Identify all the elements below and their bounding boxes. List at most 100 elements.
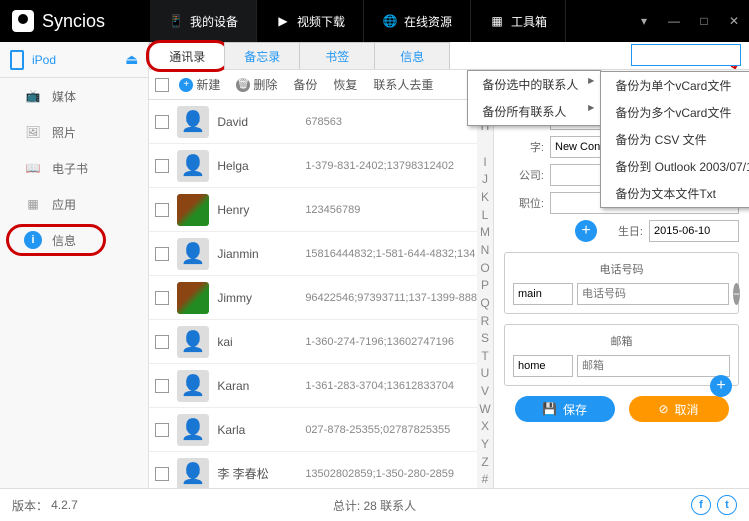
avatar xyxy=(177,194,209,226)
tab-contacts[interactable]: 通讯录 xyxy=(149,42,225,69)
alpha-letter[interactable]: R xyxy=(477,312,493,330)
phone-icon: 📱 xyxy=(168,13,184,29)
contact-row[interactable]: 👤李 李春松13502802859;1-350-280-2859 xyxy=(149,452,477,488)
menu-dropdown-icon[interactable]: ▾ xyxy=(629,0,659,42)
globe-icon: 🌐 xyxy=(382,13,398,29)
tv-icon: 📺 xyxy=(24,87,42,105)
new-button[interactable]: +新建 xyxy=(173,76,226,93)
save-button[interactable]: 💾保存 xyxy=(515,396,615,422)
contact-row[interactable]: 👤Helga1-379-831-2402;13798312402 xyxy=(149,144,477,188)
email-type-input[interactable] xyxy=(513,355,573,377)
contact-row[interactable]: Jimmy96422546;97393711;137-1399-888 xyxy=(149,276,477,320)
delete-button[interactable]: 🗑删除 xyxy=(230,76,283,93)
row-checkbox[interactable] xyxy=(155,291,169,305)
row-checkbox[interactable] xyxy=(155,335,169,349)
nav-online-resources[interactable]: 🌐在线资源 xyxy=(364,0,471,42)
alpha-letter[interactable]: # xyxy=(477,470,493,488)
alpha-letter[interactable]: I xyxy=(477,153,493,171)
alpha-letter[interactable]: V xyxy=(477,382,493,400)
close-button[interactable]: ✕ xyxy=(719,0,749,42)
alpha-letter[interactable]: S xyxy=(477,329,493,347)
contact-phone: 027-878-25355;02787825355 xyxy=(305,424,477,436)
row-checkbox[interactable] xyxy=(155,423,169,437)
backup-selected-item[interactable]: 备份选中的联系人 备份为单个vCard文件 备份为多个vCard文件 备份为 C… xyxy=(468,71,600,98)
alpha-letter[interactable]: Y xyxy=(477,435,493,453)
row-checkbox[interactable] xyxy=(155,203,169,217)
alpha-letter[interactable]: L xyxy=(477,206,493,224)
firstname-label: 字: xyxy=(504,139,544,155)
backup-outlook[interactable]: 备份到 Outlook 2003/07/10/13 xyxy=(601,153,749,180)
sidebar-item-photos[interactable]: 🖼照片 xyxy=(0,114,148,150)
contact-row[interactable]: 👤David678563 xyxy=(149,100,477,144)
recover-button[interactable]: 恢复 xyxy=(327,76,363,93)
search-input[interactable] xyxy=(631,44,741,66)
contact-row[interactable]: Henry123456789 xyxy=(149,188,477,232)
total-label: 总计: xyxy=(333,499,360,513)
nav-my-device[interactable]: 📱我的设备 xyxy=(150,0,257,42)
add-email-button[interactable]: + xyxy=(710,375,732,397)
contact-name: Jianmin xyxy=(217,247,297,261)
sidebar-item-apps[interactable]: ▦应用 xyxy=(0,186,148,222)
nav-video-download[interactable]: ▶视频下载 xyxy=(257,0,364,42)
select-all-checkbox[interactable] xyxy=(155,78,169,92)
version-value: 4.2.7 xyxy=(51,498,78,512)
alpha-letter[interactable]: U xyxy=(477,365,493,383)
dedupe-button[interactable]: 联系人去重 xyxy=(367,76,439,93)
alpha-letter[interactable]: Z xyxy=(477,453,493,471)
alpha-index[interactable]: GHIJKLMNOPQRSTUVWXYZ# xyxy=(477,100,493,488)
nav-toolbox[interactable]: ▦工具箱 xyxy=(471,0,566,42)
contact-row[interactable]: 👤Karla027-878-25355;02787825355 xyxy=(149,408,477,452)
contact-list[interactable]: 👤David678563👤Helga1-379-831-2402;1379831… xyxy=(149,100,477,488)
backup-all-item[interactable]: 备份所有联系人 xyxy=(468,98,600,125)
tab-notes[interactable]: 备忘录 xyxy=(224,42,300,69)
row-checkbox[interactable] xyxy=(155,115,169,129)
tab-messages[interactable]: 信息 xyxy=(374,42,450,69)
row-checkbox[interactable] xyxy=(155,467,169,481)
add-field-button[interactable]: + xyxy=(575,220,597,242)
row-checkbox[interactable] xyxy=(155,159,169,173)
device-name: iPod xyxy=(32,53,117,67)
photo-icon: 🖼 xyxy=(24,123,42,141)
alpha-letter[interactable]: X xyxy=(477,418,493,436)
row-checkbox[interactable] xyxy=(155,379,169,393)
backup-csv[interactable]: 备份为 CSV 文件 xyxy=(601,126,749,153)
contact-row[interactable]: 👤Jianmin15816444832;1-581-644-4832;134 xyxy=(149,232,477,276)
maximize-button[interactable]: □ xyxy=(689,0,719,42)
sidebar-item-info[interactable]: i信息 xyxy=(0,222,148,258)
birthday-input[interactable] xyxy=(649,220,739,242)
facebook-icon[interactable]: f xyxy=(691,495,711,515)
company-label: 公司: xyxy=(504,167,544,183)
phone-value-input[interactable] xyxy=(577,283,729,305)
alpha-letter[interactable]: N xyxy=(477,241,493,259)
email-section: 邮箱 + xyxy=(504,324,739,386)
backup-multi-vcard[interactable]: 备份为多个vCard文件 xyxy=(601,99,749,126)
alpha-letter[interactable]: K xyxy=(477,188,493,206)
device-row[interactable]: iPod ⏏ xyxy=(0,42,148,78)
alpha-letter[interactable] xyxy=(477,135,493,153)
eject-icon[interactable]: ⏏ xyxy=(125,51,138,68)
alpha-letter[interactable]: M xyxy=(477,223,493,241)
sidebar-item-media[interactable]: 📺媒体 xyxy=(0,78,148,114)
cancel-button[interactable]: ⊘取消 xyxy=(629,396,729,422)
sidebar-item-ebooks[interactable]: 📖电子书 xyxy=(0,150,148,186)
twitter-icon[interactable]: t xyxy=(717,495,737,515)
alpha-letter[interactable]: Q xyxy=(477,294,493,312)
alpha-letter[interactable]: P xyxy=(477,276,493,294)
book-icon: 📖 xyxy=(24,159,42,177)
alpha-letter[interactable]: T xyxy=(477,347,493,365)
backup-txt[interactable]: 备份为文本文件Txt xyxy=(601,180,749,207)
row-checkbox[interactable] xyxy=(155,247,169,261)
remove-phone-button[interactable]: − xyxy=(733,283,740,305)
contact-row[interactable]: 👤Karan1-361-283-3704;13612833704 xyxy=(149,364,477,408)
alpha-letter[interactable]: J xyxy=(477,171,493,189)
minimize-button[interactable]: — xyxy=(659,0,689,42)
alpha-letter[interactable]: W xyxy=(477,400,493,418)
email-value-input[interactable] xyxy=(577,355,730,377)
alpha-letter[interactable]: O xyxy=(477,259,493,277)
contact-row[interactable]: 👤kai1-360-274-7196;13602747196 xyxy=(149,320,477,364)
app-logo: Syncios xyxy=(0,10,150,32)
tab-bookmarks[interactable]: 书签 xyxy=(299,42,375,69)
backup-button[interactable]: 备份 xyxy=(287,76,323,93)
phone-type-input[interactable] xyxy=(513,283,573,305)
backup-single-vcard[interactable]: 备份为单个vCard文件 xyxy=(601,72,749,99)
